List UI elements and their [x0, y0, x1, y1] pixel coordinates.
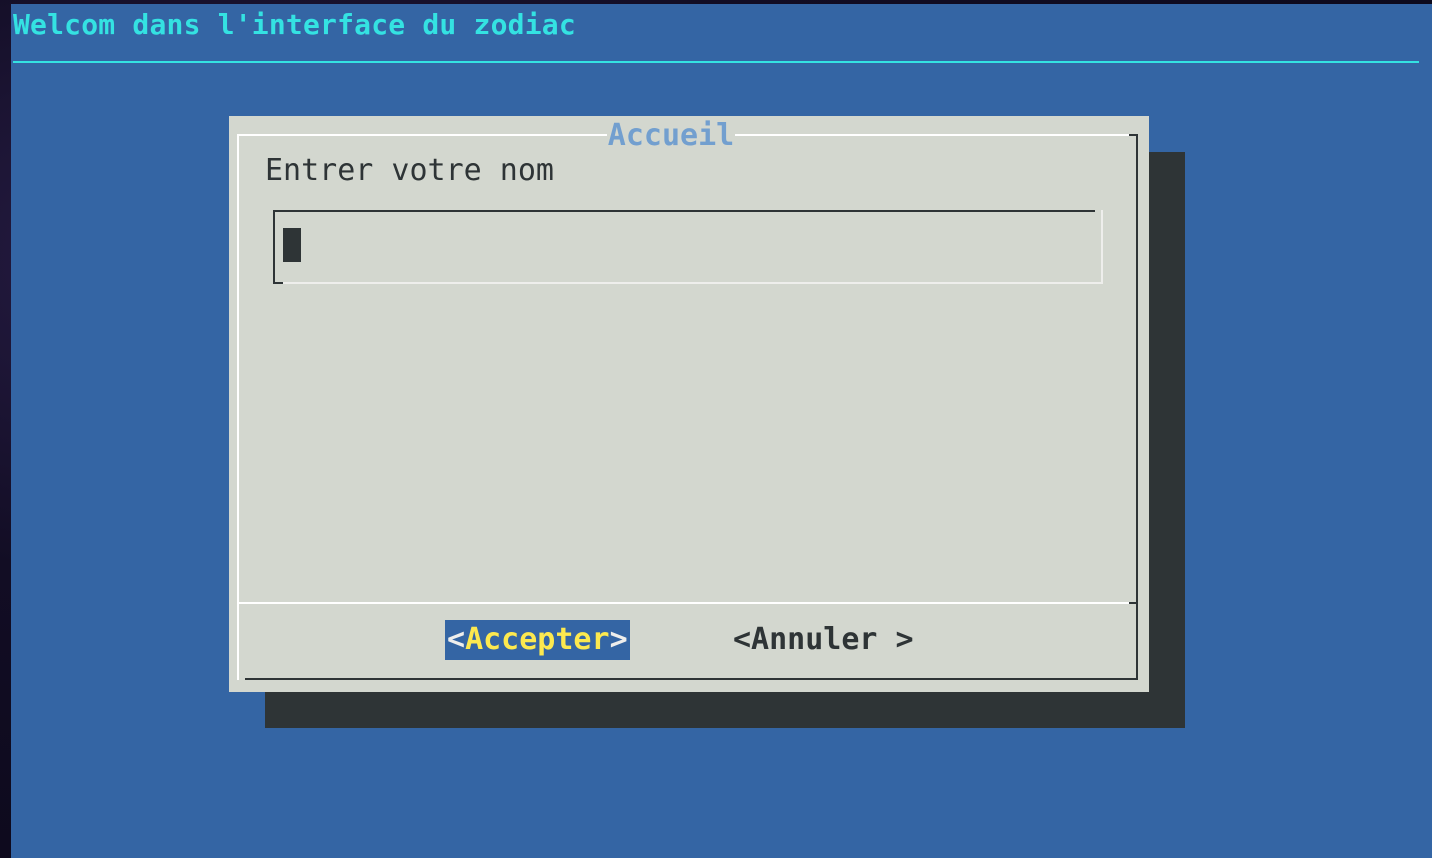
input-border: [283, 282, 1103, 284]
backtitle: Welcom dans l'interface du zodiac: [13, 8, 576, 41]
backtitle-rule: [13, 61, 1419, 63]
accept-open-bracket: <: [447, 622, 466, 657]
input-border: [1101, 210, 1103, 284]
accept-hotkey: A: [465, 622, 484, 657]
accept-label: ccepter: [483, 622, 610, 657]
frame-border: [245, 678, 1138, 680]
frame-border: [237, 134, 607, 136]
terminal-window: Welcom dans l'interface du zodiac Accuei…: [11, 4, 1432, 858]
input-border: [273, 210, 275, 284]
accept-close-bracket: >: [609, 622, 628, 657]
name-input-box: [273, 210, 1103, 284]
dialog-title: Accueil: [607, 116, 735, 156]
prompt-label: Entrer votre nom: [265, 153, 554, 188]
button-separator: [239, 602, 1137, 604]
name-input[interactable]: [279, 216, 1095, 276]
text-cursor: [283, 228, 301, 262]
cancel-button[interactable]: <Annuler >: [733, 620, 914, 660]
button-separator: [1129, 602, 1138, 604]
accept-button[interactable]: <Accepter>: [445, 620, 630, 660]
frame-border: [237, 134, 239, 680]
frame-border: [735, 134, 1137, 136]
input-dialog: Accueil Entrer votre nom <Accepter> <Ann…: [229, 116, 1149, 692]
input-border: [273, 210, 1095, 212]
frame-border: [1136, 134, 1138, 680]
input-border: [273, 282, 283, 284]
